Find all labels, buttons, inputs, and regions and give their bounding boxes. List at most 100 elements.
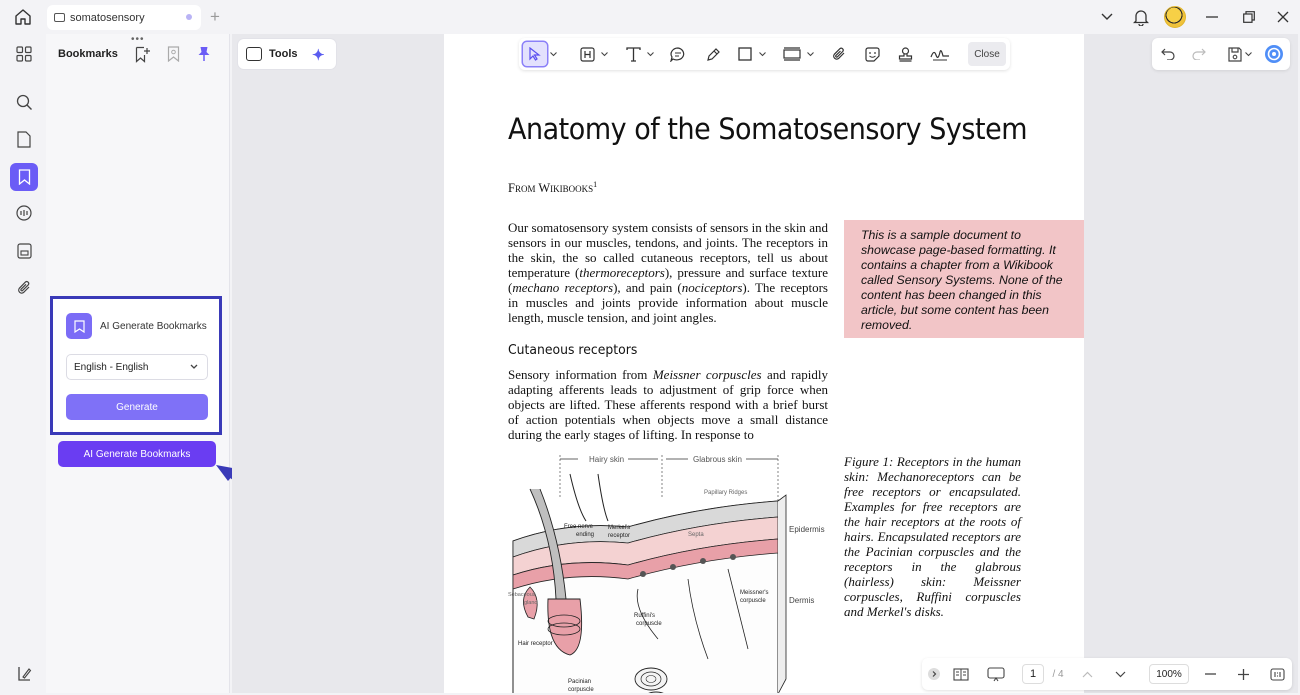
rectangle-shape-icon[interactable] — [735, 42, 755, 66]
actual-size-icon[interactable] — [1266, 658, 1288, 690]
skin-receptors-figure: Hairy skin Glabrous skin Papillary Ridge… — [508, 455, 825, 693]
label-sebaceous: Sebaceous — [508, 592, 536, 598]
zoom-out-icon[interactable] — [1199, 658, 1221, 690]
redo-icon[interactable] — [1188, 43, 1210, 65]
ai-bookmark-icon — [66, 313, 92, 339]
chevron-down-icon[interactable] — [757, 42, 767, 66]
ai-generate-popover: AI Generate Bookmarks English - English … — [50, 296, 222, 435]
highlight-icon[interactable] — [577, 42, 597, 66]
page-navigation-bar: 1 / 4 100% — [922, 658, 1292, 690]
label-corpuscle: corpuscle — [740, 598, 766, 604]
search-icon[interactable] — [10, 88, 38, 116]
new-tab-button[interactable]: + — [210, 7, 220, 27]
pen-icon[interactable] — [703, 42, 723, 66]
figure-caption: Figure 1: Receptors in the human skin: M… — [844, 454, 1021, 619]
user-avatar[interactable] — [1158, 0, 1192, 34]
label-gland: gland — [524, 600, 537, 606]
ai-assistant-icon[interactable] — [1263, 43, 1285, 65]
ai-sparkle-icon[interactable]: ✦ — [312, 46, 325, 64]
para-text: Sensory information from — [508, 367, 653, 382]
minimize-icon[interactable] — [1192, 0, 1232, 34]
generate-button[interactable]: Generate — [66, 394, 208, 420]
intro-paragraph: Our somatosensory system consists of sen… — [508, 220, 828, 325]
label-hair-receptor: Hair receptor — [518, 641, 553, 647]
document-title: Anatomy of the Somatosensory System — [508, 112, 1028, 146]
label-ending: ending — [576, 532, 594, 538]
chevron-down-icon[interactable] — [645, 42, 655, 66]
page-layout-icon[interactable] — [950, 658, 972, 690]
label-receptor: receptor — [608, 533, 630, 539]
toolbox-icon — [246, 47, 262, 61]
page-number-input[interactable]: 1 — [1022, 664, 1044, 684]
zoom-in-icon[interactable] — [1232, 658, 1254, 690]
tools-label: Tools — [269, 48, 298, 60]
label-ruffinis: Ruffini's — [634, 613, 655, 619]
para-emphasis: mechano receptors — [512, 280, 614, 295]
signature-icon[interactable] — [929, 42, 951, 66]
thumbnails-grid-icon[interactable] — [10, 40, 38, 68]
text-tool-icon[interactable] — [623, 42, 643, 66]
previous-page-icon[interactable] — [1077, 658, 1097, 690]
para-emphasis: nociceptors — [681, 280, 743, 295]
form-fields-icon[interactable] — [10, 237, 38, 265]
pin-icon[interactable] — [194, 44, 214, 64]
zoom-level-input[interactable]: 100% — [1149, 664, 1189, 684]
footnote-marker: 1 — [593, 180, 598, 189]
chevron-down-icon[interactable] — [805, 42, 815, 66]
notification-bell-icon[interactable] — [1124, 0, 1158, 34]
chevron-down-icon[interactable] — [1090, 0, 1124, 34]
para-emphasis: Meissner corpuscles — [652, 367, 762, 382]
highlighted-note: This is a sample document to showcase pa… — [844, 220, 1084, 338]
chevron-down-icon[interactable] — [548, 42, 558, 66]
bookmark-search-icon[interactable] — [163, 44, 183, 64]
ai-popover-header: AI Generate Bookmarks — [66, 313, 207, 339]
history-save-group — [1152, 38, 1290, 70]
sticker-icon[interactable] — [862, 42, 882, 66]
comments-icon[interactable] — [10, 199, 38, 227]
document-tab-icon — [54, 13, 65, 22]
label-pacinian-corpuscle: corpuscle — [568, 687, 594, 693]
undo-icon[interactable] — [1157, 43, 1179, 65]
close-window-icon[interactable] — [1266, 0, 1300, 34]
cutaneous-paragraph: Sensory information from Meissner corpus… — [508, 367, 828, 442]
avatar — [1164, 6, 1186, 28]
restore-icon[interactable] — [1232, 0, 1266, 34]
label-dermis: Dermis — [789, 596, 814, 605]
stamp-icon[interactable] — [895, 42, 915, 66]
comment-icon[interactable] — [668, 42, 688, 66]
attach-file-icon[interactable] — [829, 42, 849, 66]
label-meissners: Meissner's — [740, 590, 769, 596]
chevron-down-icon[interactable] — [1242, 43, 1254, 65]
language-select[interactable]: English - English — [66, 354, 208, 380]
window-controls — [1090, 0, 1300, 34]
pdf-page: Anatomy of the Somatosensory System From… — [444, 34, 1084, 693]
source-text: From Wikibooks — [508, 181, 594, 196]
unsaved-dot-icon — [186, 14, 192, 20]
toolbar-close-button[interactable]: Close — [968, 42, 1006, 66]
chevron-down-icon[interactable] — [599, 42, 609, 66]
tab-title: somatosensory — [70, 11, 145, 24]
presentation-icon[interactable] — [984, 658, 1008, 690]
feedback-icon[interactable] — [10, 659, 38, 687]
measure-icon[interactable] — [781, 42, 803, 66]
select-cursor-icon[interactable] — [523, 42, 547, 66]
add-bookmark-icon[interactable] — [133, 44, 153, 64]
bookmark-panel-icon[interactable] — [10, 163, 38, 191]
tools-button[interactable]: Tools ✦ — [238, 39, 336, 69]
para-emphasis: thermoreceptors — [579, 265, 665, 280]
collapse-bar-icon[interactable] — [926, 658, 942, 690]
pages-icon[interactable] — [10, 125, 38, 153]
language-select-value: English - English — [74, 361, 149, 373]
ai-popover-title: AI Generate Bookmarks — [100, 320, 207, 332]
home-icon[interactable] — [12, 7, 34, 27]
label-pacinian: Pacinian — [568, 679, 591, 685]
document-tab[interactable]: somatosensory — [47, 5, 201, 30]
next-page-icon[interactable] — [1110, 658, 1130, 690]
document-source: From Wikibooks1 — [508, 180, 597, 196]
label-free-nerve: Free nerve — [564, 524, 594, 530]
chevron-down-icon — [190, 362, 198, 372]
label-merkels: Merkel's — [608, 525, 630, 531]
title-bar: somatosensory + — [0, 0, 1300, 34]
document-canvas: Tools ✦ Anatomy of the Somatosensory Sys… — [232, 34, 1298, 693]
attachment-icon[interactable] — [10, 274, 38, 302]
